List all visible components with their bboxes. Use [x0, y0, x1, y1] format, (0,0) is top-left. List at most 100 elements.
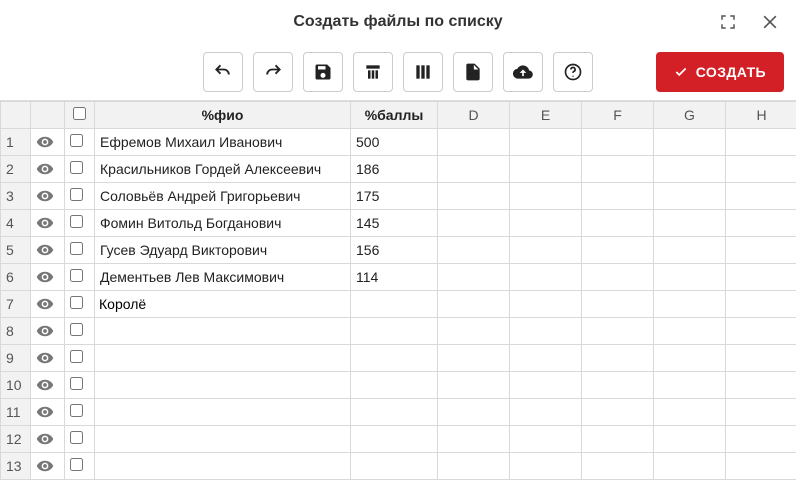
cell-empty[interactable]: [726, 345, 796, 372]
cell-empty[interactable]: [582, 426, 654, 453]
cell-empty[interactable]: [654, 426, 726, 453]
maximize-button[interactable]: [714, 8, 742, 36]
visibility-toggle[interactable]: [31, 156, 65, 183]
undo-button[interactable]: [203, 52, 243, 92]
cell-empty[interactable]: [438, 156, 510, 183]
row-checkbox-cell[interactable]: [65, 264, 95, 291]
cell-empty[interactable]: [438, 264, 510, 291]
cell-fio[interactable]: Гусев Эдуард Викторович: [95, 237, 351, 264]
cell-empty[interactable]: [510, 156, 582, 183]
cell-empty[interactable]: [726, 156, 796, 183]
cell-empty[interactable]: [510, 426, 582, 453]
cell-score[interactable]: 186: [351, 156, 438, 183]
cell-empty[interactable]: [582, 318, 654, 345]
cell-empty[interactable]: [654, 399, 726, 426]
visibility-toggle[interactable]: [31, 237, 65, 264]
cell-empty[interactable]: [582, 129, 654, 156]
cell-empty[interactable]: [654, 372, 726, 399]
cell-empty[interactable]: [654, 156, 726, 183]
cell-empty[interactable]: [726, 129, 796, 156]
visibility-toggle[interactable]: [31, 210, 65, 237]
cell-empty[interactable]: [582, 183, 654, 210]
cell-empty[interactable]: [654, 453, 726, 480]
cell-empty[interactable]: [726, 453, 796, 480]
cell-fio[interactable]: [95, 372, 351, 399]
row-number[interactable]: 11: [1, 399, 31, 426]
visibility-toggle[interactable]: [31, 453, 65, 480]
column-header-generic[interactable]: F: [582, 102, 654, 129]
column-header-generic[interactable]: D: [438, 102, 510, 129]
cell-score[interactable]: 145: [351, 210, 438, 237]
cell-empty[interactable]: [510, 372, 582, 399]
cell-empty[interactable]: [438, 345, 510, 372]
cell-empty[interactable]: [582, 237, 654, 264]
cell-empty[interactable]: [438, 426, 510, 453]
visibility-toggle[interactable]: [31, 318, 65, 345]
cell-empty[interactable]: [510, 237, 582, 264]
cell-empty[interactable]: [510, 291, 582, 318]
row-checkbox[interactable]: [70, 350, 83, 363]
cell-fio[interactable]: Красильников Гордей Алексеевич: [95, 156, 351, 183]
cell-empty[interactable]: [726, 426, 796, 453]
cell-score[interactable]: 114: [351, 264, 438, 291]
cell-empty[interactable]: [438, 372, 510, 399]
columns-button[interactable]: [403, 52, 443, 92]
cell-editor-input[interactable]: [95, 291, 351, 318]
visibility-toggle[interactable]: [31, 291, 65, 318]
row-checkbox[interactable]: [70, 188, 83, 201]
cell-empty[interactable]: [582, 291, 654, 318]
visibility-toggle[interactable]: [31, 399, 65, 426]
cell-empty[interactable]: [438, 237, 510, 264]
cell-fio[interactable]: [95, 291, 351, 318]
visibility-toggle[interactable]: [31, 129, 65, 156]
cell-empty[interactable]: [654, 345, 726, 372]
row-checkbox-cell[interactable]: [65, 129, 95, 156]
row-number[interactable]: 8: [1, 318, 31, 345]
cell-empty[interactable]: [510, 399, 582, 426]
visibility-toggle[interactable]: [31, 264, 65, 291]
cell-empty[interactable]: [654, 237, 726, 264]
cell-empty[interactable]: [654, 318, 726, 345]
cell-empty[interactable]: [582, 264, 654, 291]
cell-fio[interactable]: Ефремов Михаил Иванович: [95, 129, 351, 156]
row-checkbox[interactable]: [70, 377, 83, 390]
column-header-generic[interactable]: E: [510, 102, 582, 129]
column-header-fio[interactable]: %фио: [95, 102, 351, 129]
row-checkbox-cell[interactable]: [65, 291, 95, 318]
row-checkbox-cell[interactable]: [65, 345, 95, 372]
cell-empty[interactable]: [438, 453, 510, 480]
eye-header[interactable]: [31, 102, 65, 129]
cell-score[interactable]: [351, 291, 438, 318]
row-checkbox-cell[interactable]: [65, 318, 95, 345]
cell-fio[interactable]: Соловьёв Андрей Григорьевич: [95, 183, 351, 210]
row-number[interactable]: 9: [1, 345, 31, 372]
row-checkbox[interactable]: [70, 161, 83, 174]
row-checkbox-cell[interactable]: [65, 372, 95, 399]
close-button[interactable]: [756, 8, 784, 36]
row-checkbox-cell[interactable]: [65, 156, 95, 183]
cell-empty[interactable]: [726, 210, 796, 237]
cell-empty[interactable]: [438, 291, 510, 318]
cell-score[interactable]: 156: [351, 237, 438, 264]
row-number[interactable]: 12: [1, 426, 31, 453]
visibility-toggle[interactable]: [31, 345, 65, 372]
cell-score[interactable]: [351, 399, 438, 426]
cell-empty[interactable]: [582, 210, 654, 237]
cell-empty[interactable]: [726, 291, 796, 318]
cell-fio[interactable]: [95, 426, 351, 453]
clear-button[interactable]: [353, 52, 393, 92]
row-number[interactable]: 6: [1, 264, 31, 291]
corner-cell[interactable]: [1, 102, 31, 129]
cell-fio[interactable]: Дементьев Лев Максимович: [95, 264, 351, 291]
cell-score[interactable]: 175: [351, 183, 438, 210]
row-checkbox[interactable]: [70, 404, 83, 417]
cell-empty[interactable]: [654, 291, 726, 318]
cell-empty[interactable]: [726, 399, 796, 426]
column-header-generic[interactable]: G: [654, 102, 726, 129]
row-checkbox-cell[interactable]: [65, 399, 95, 426]
cell-score[interactable]: [351, 318, 438, 345]
cell-empty[interactable]: [726, 264, 796, 291]
row-checkbox-cell[interactable]: [65, 183, 95, 210]
redo-button[interactable]: [253, 52, 293, 92]
upload-button[interactable]: [503, 52, 543, 92]
